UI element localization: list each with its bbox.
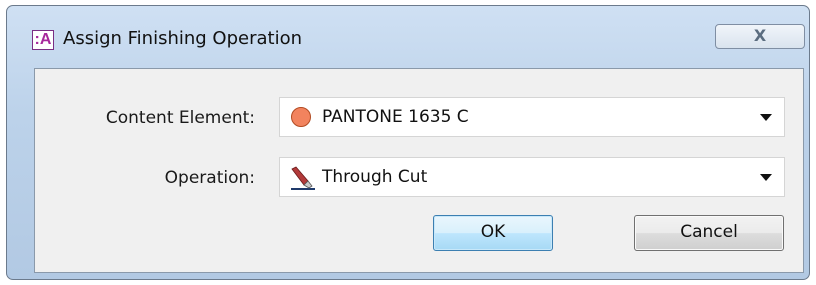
operation-label: Operation: xyxy=(164,168,255,188)
content-element-label: Content Element: xyxy=(105,108,255,128)
window-title: Assign Finishing Operation xyxy=(63,28,303,49)
close-button[interactable]: X xyxy=(715,24,805,49)
close-icon: X xyxy=(753,26,767,45)
dialog-window: :A Assign Finishing Operation X Content … xyxy=(6,5,810,280)
dialog-content: Content Element: PANTONE 1635 C Operatio… xyxy=(34,68,804,273)
title-bar[interactable]: :A Assign Finishing Operation X xyxy=(7,6,809,64)
content-element-dropdown[interactable]: PANTONE 1635 C xyxy=(279,97,785,137)
color-swatch-icon xyxy=(291,107,311,127)
cancel-button[interactable]: Cancel xyxy=(634,215,784,251)
chevron-down-icon[interactable] xyxy=(760,114,772,121)
knife-cut-icon xyxy=(291,166,315,190)
app-logo-icon: :A xyxy=(32,30,54,50)
chevron-down-icon[interactable] xyxy=(760,174,772,181)
content-element-value: PANTONE 1635 C xyxy=(322,107,469,127)
operation-dropdown[interactable]: Through Cut xyxy=(279,157,785,197)
ok-button[interactable]: OK xyxy=(433,215,553,251)
operation-value: Through Cut xyxy=(322,167,428,187)
